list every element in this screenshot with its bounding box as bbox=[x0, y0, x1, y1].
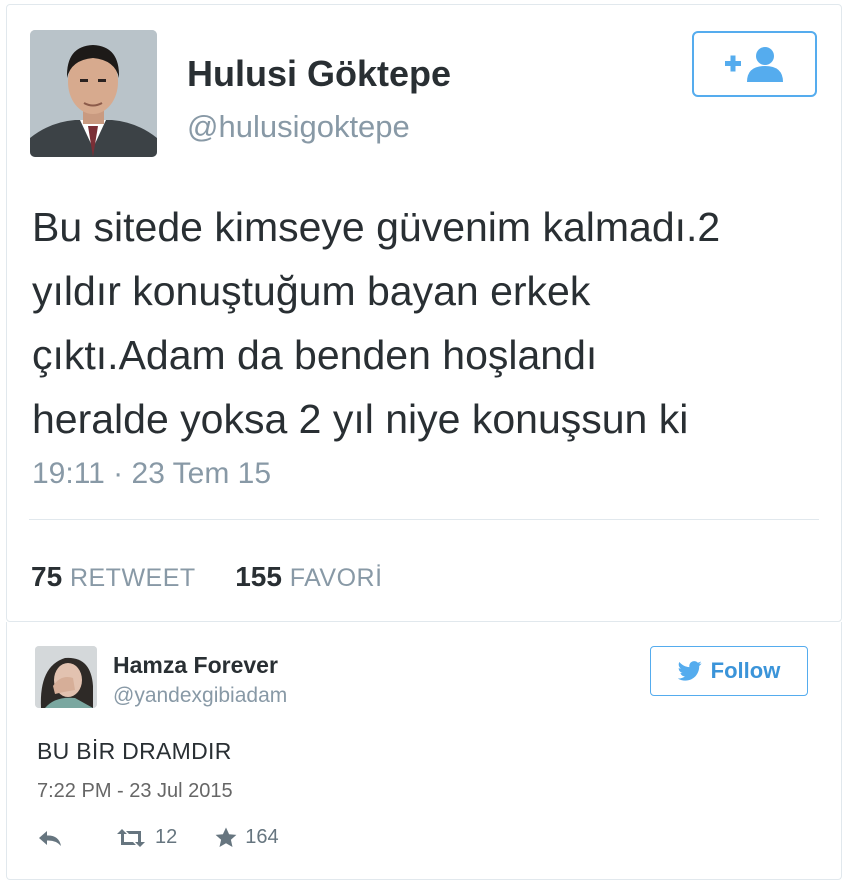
retweet-label[interactable]: RETWEET bbox=[70, 564, 196, 592]
tweet-actions: 12 164 bbox=[37, 826, 279, 849]
retweet-icon bbox=[117, 828, 145, 847]
retweet-button[interactable]: 12 bbox=[115, 826, 177, 849]
favorite-count[interactable]: 155 bbox=[235, 561, 282, 592]
avatar-girl-image bbox=[35, 646, 97, 708]
reply-tweet-card: Hamza Forever @yandexgibiadam Follow BU … bbox=[6, 622, 842, 880]
reply-button[interactable] bbox=[37, 828, 63, 848]
avatar-portrait-image bbox=[30, 30, 157, 157]
tweet-text-line: yıldır konuştuğum bayan erkek bbox=[32, 268, 591, 314]
follow-label: Follow bbox=[710, 658, 781, 683]
retweet-count[interactable]: 75 bbox=[31, 561, 62, 592]
retweet-count: 12 bbox=[155, 826, 178, 848]
favorite-button[interactable]: 164 bbox=[215, 826, 279, 849]
main-tweet-card: Hulusi Göktepe @hulusigoktepe Bu sitede … bbox=[6, 4, 842, 622]
follow-button[interactable] bbox=[692, 31, 817, 97]
reply-author-avatar[interactable] bbox=[35, 646, 97, 708]
add-user-icon bbox=[724, 47, 783, 82]
tweet-text-line: heralde yoksa 2 yıl niye konuşsun ki bbox=[32, 396, 689, 442]
tweet-text: Bu sitede kimseye güvenim kalmadı.2 yıld… bbox=[32, 195, 822, 451]
reply-timestamp[interactable]: 7:22 PM - 23 Jul 2015 bbox=[37, 780, 233, 803]
tweet-stats: 75 RETWEET 155 FAVORİ bbox=[31, 561, 383, 593]
tweet-text-line: Bu sitede kimseye güvenim kalmadı.2 bbox=[32, 204, 721, 250]
author-avatar[interactable] bbox=[30, 30, 157, 157]
reply-tweet-text: BU BİR DRAMDIR bbox=[37, 738, 232, 764]
twitter-bird-icon bbox=[677, 661, 702, 681]
reply-icon bbox=[39, 830, 61, 846]
favorite-count: 164 bbox=[245, 826, 279, 848]
author-handle[interactable]: @hulusigoktepe bbox=[187, 109, 410, 145]
tweet-text-line: çıktı.Adam da benden hoşlandı bbox=[32, 332, 598, 378]
follow-button[interactable]: Follow bbox=[650, 646, 808, 696]
reply-author-name[interactable]: Hamza Forever bbox=[113, 652, 278, 679]
tweet-timestamp[interactable]: 19:11 · 23 Tem 15 bbox=[32, 457, 271, 491]
divider bbox=[29, 519, 819, 520]
star-icon bbox=[215, 827, 237, 847]
favorite-label[interactable]: FAVORİ bbox=[290, 564, 383, 592]
reply-author-handle[interactable]: @yandexgibiadam bbox=[113, 684, 287, 708]
author-name[interactable]: Hulusi Göktepe bbox=[187, 53, 451, 95]
